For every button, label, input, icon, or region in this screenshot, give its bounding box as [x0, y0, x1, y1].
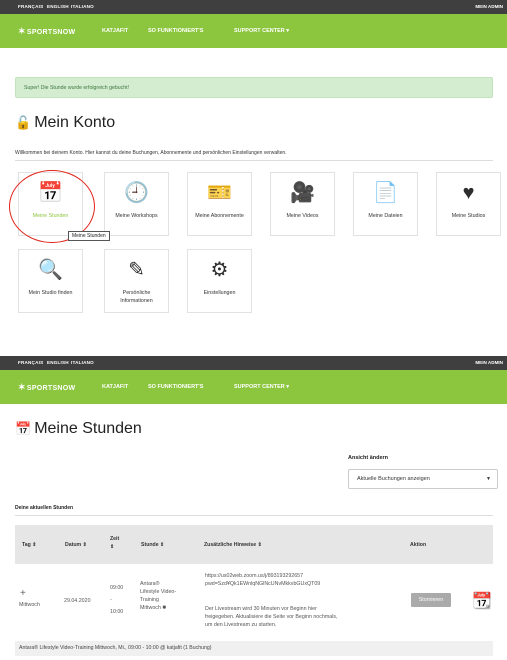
tile-meine-dateien[interactable]: 📄 Meine Dateien	[353, 172, 418, 236]
welcome-text: Willkommen bei deinem Konto. Hier kannst…	[15, 150, 287, 156]
divider	[15, 160, 493, 161]
lessons-title: 📅 Meine Stunden	[15, 420, 142, 437]
cell-lesson-1: Antara®	[140, 581, 160, 587]
main-navbar: ✶SPORTSNOW KATJAFIT SO FUNKTIONIERT'S SU…	[0, 14, 507, 48]
cell-time-sep: -	[110, 597, 112, 603]
brand-mark-icon: ✶	[18, 26, 26, 36]
nav-how-it-works-2[interactable]: SO FUNKTIONIERT'S	[148, 384, 203, 390]
divider-2	[15, 515, 493, 516]
col-hinweise[interactable]: Zusätzliche Hinweise ⇕	[204, 542, 262, 548]
search-icon: 🔍	[38, 259, 63, 281]
calendar-icon: 📅	[15, 421, 32, 436]
cell-lesson-4: Mittwoch ■	[140, 605, 167, 611]
lang-english[interactable]: ENGLISH	[47, 4, 69, 9]
brand-logo[interactable]: ✶SPORTSNOW	[18, 26, 75, 37]
admin-link-2[interactable]: MEIN ADMIN	[475, 360, 503, 365]
nav-katjafit[interactable]: KATJAFIT	[102, 28, 128, 34]
note-line-4: Der Livestream wird 30 Minuten vor Begin…	[205, 606, 317, 612]
note-line-6: um den Livestream zu starten.	[205, 622, 277, 628]
main-navbar-2: ✶SPORTSNOW KATJAFIT SO FUNKTIONIERT'S SU…	[0, 370, 507, 404]
nav-how-it-works[interactable]: SO FUNKTIONIERT'S	[148, 28, 203, 34]
nav-support-center[interactable]: SUPPORT CENTER ▾	[234, 28, 289, 34]
col-datum[interactable]: Datum ⇕	[65, 542, 87, 548]
video-camera-icon: 🎥	[290, 182, 315, 204]
video-icon: ■	[162, 605, 167, 611]
nav-support-center-2[interactable]: SUPPORT CENTER ▾	[234, 384, 289, 390]
lang-italiano[interactable]: ITALIANO	[71, 4, 94, 9]
success-alert: Super! Die Stunde wurde erfolgreich gebu…	[15, 77, 493, 98]
gear-icon: ⚙	[210, 259, 229, 281]
col-zeit[interactable]: Zeit ⇕	[110, 535, 122, 551]
cell-day: Mittwoch	[19, 602, 40, 608]
col-aktion: Aktion	[410, 542, 427, 548]
calendar-add-icon[interactable]: 📆	[472, 591, 492, 611]
edit-icon: ✎	[128, 259, 145, 281]
lang-italiano-2[interactable]: ITALIANO	[71, 360, 94, 365]
note-line-1[interactable]: https://us02web.zoom.us/j/893193292657	[205, 572, 303, 580]
ticket-icon: 🎫	[207, 182, 232, 204]
tile-mein-studio-finden[interactable]: 🔍 Mein Studio finden	[18, 249, 83, 313]
tile-meine-abonnemente[interactable]: 🎫 Meine Abonnemente	[187, 172, 252, 236]
view-select[interactable]: Aktuelle Buchungen anzeigen ▼	[348, 469, 498, 489]
clock-icon: 🕘	[124, 182, 149, 204]
tooltip: Meine Stunden	[68, 231, 110, 241]
table-header: Tag ⇕ Datum ⇕ Zeit ⇕ Stunde ⇕ Zusätzlich…	[15, 525, 493, 564]
cancel-booking-button[interactable]: Stornieren	[411, 593, 451, 607]
note-line-5: freigegeben. Aktualisiere die Seite vor …	[205, 614, 338, 620]
cell-time-end: 10:00	[110, 609, 124, 615]
tile-einstellungen[interactable]: ⚙ Einstellungen	[187, 249, 252, 313]
language-bar-2: FRANÇAIS ENGLISH ITALIANO MEIN ADMIN	[0, 356, 507, 370]
booking-footer: Antara® Lifestyle Video-Training Mittwoc…	[15, 641, 493, 656]
expand-plus-icon[interactable]: +	[20, 589, 26, 599]
col-tag[interactable]: Tag ⇕	[22, 542, 37, 548]
page-title: 🔓 Mein Konto	[15, 114, 116, 131]
tile-meine-studios[interactable]: ♥ Meine Studios	[436, 172, 501, 236]
tile-meine-workshops[interactable]: 🕘 Meine Workshops	[104, 172, 169, 236]
brand-mark-icon: ✶	[18, 382, 26, 392]
view-select-label: Ansicht ändern	[348, 455, 389, 461]
heart-icon: ♥	[462, 182, 475, 204]
lang-francais[interactable]: FRANÇAIS	[18, 4, 43, 9]
chevron-down-icon: ▼	[486, 476, 491, 482]
cell-date: 29.04.2020	[64, 598, 91, 604]
cell-lesson-2: Lifestyle Video-	[140, 589, 177, 595]
lang-english-2[interactable]: ENGLISH	[47, 360, 69, 365]
cell-lesson-3: Training	[140, 597, 159, 603]
document-icon: 📄	[373, 182, 398, 204]
nav-katjafit-2[interactable]: KATJAFIT	[102, 384, 128, 390]
tile-persoenliche-informationen[interactable]: ✎ Persönliche Informationen	[104, 249, 169, 313]
cell-time-start: 09:00	[110, 585, 124, 591]
tile-meine-videos[interactable]: 🎥 Meine Videos	[270, 172, 335, 236]
current-lessons-label: Deine aktuellen Stunden	[15, 505, 74, 511]
admin-link[interactable]: MEIN ADMIN	[475, 4, 503, 9]
note-line-2: pwd=Szd¥Qk1EWnlqNGlNcUNvMkkvbGUxQT09	[205, 581, 321, 587]
col-stunde[interactable]: Stunde ⇕	[141, 542, 164, 548]
lang-francais-2[interactable]: FRANÇAIS	[18, 360, 43, 365]
brand-logo-2[interactable]: ✶SPORTSNOW	[18, 382, 75, 393]
language-bar: FRANÇAIS ENGLISH ITALIANO MEIN ADMIN	[0, 0, 507, 14]
lock-open-icon: 🔓	[15, 115, 32, 130]
